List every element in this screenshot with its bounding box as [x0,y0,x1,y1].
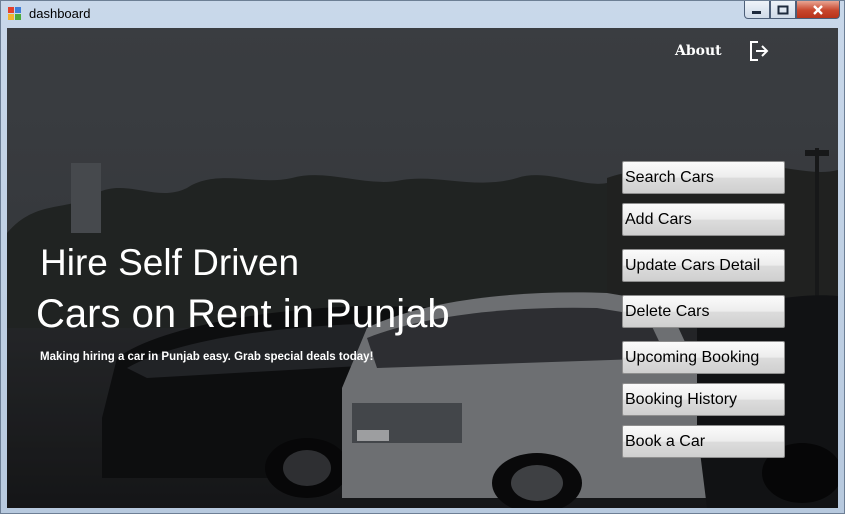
book-a-car-button[interactable]: Book a Car [622,425,785,458]
search-cars-button[interactable]: Search Cars [622,161,785,194]
hero-headline-line1: Hire Self Driven [40,242,300,283]
maximize-icon [777,5,789,14]
delete-cars-button[interactable]: Delete Cars [622,295,785,328]
logout-icon[interactable] [747,40,771,62]
upcoming-booking-button[interactable]: Upcoming Booking [622,341,785,374]
minimize-icon [752,10,761,14]
booking-history-button[interactable]: Booking History [622,383,785,416]
caption-buttons [744,1,840,20]
dashboard-panel: About Hire Self Driven Cars on Rent in P… [7,28,838,508]
app-icon [8,7,21,20]
update-cars-detail-button[interactable]: Update Cars Detail [622,249,785,282]
minimize-button[interactable] [744,1,770,19]
about-link[interactable]: About [675,43,722,59]
close-icon [813,4,823,15]
hero-tagline: Making hiring a car in Punjab easy. Grab… [40,351,374,363]
app-window: dashboard About Hire Self Driven Cars on… [0,0,845,514]
maximize-button[interactable] [770,1,796,19]
hero-headline-line2: Cars on Rent in Punjab [36,292,450,336]
add-cars-button[interactable]: Add Cars [622,203,785,236]
window-title: dashboard [29,6,91,21]
close-button[interactable] [796,1,840,19]
title-bar[interactable]: dashboard [1,1,844,27]
